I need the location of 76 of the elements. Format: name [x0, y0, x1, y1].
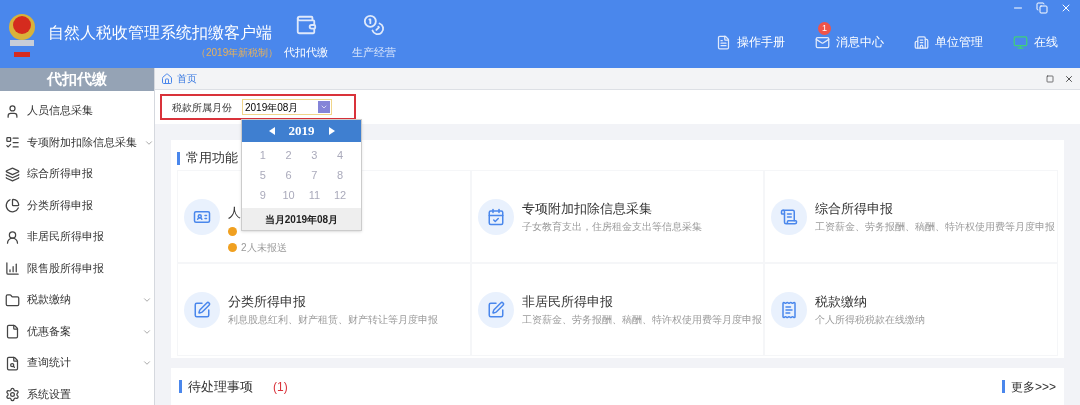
header-action[interactable]: 消息中心: [815, 33, 884, 51]
monitor-icon: [1013, 34, 1028, 50]
coins-icon: [363, 14, 385, 36]
module-tab[interactable]: 代扣代缴: [280, 14, 332, 61]
header-action[interactable]: 操作手册: [716, 33, 785, 51]
card-description: 利息股息红利、财产租赁、财产转让等月度申报: [228, 313, 438, 328]
header-action[interactable]: 单位管理: [914, 33, 983, 51]
caret-icon: [320, 103, 328, 111]
wallet-icon: [295, 14, 317, 36]
breadcrumb-link[interactable]: 首页: [177, 71, 197, 86]
edition-label: （2019年新税制）: [196, 46, 279, 60]
section-title: 待处理事项: [188, 377, 253, 396]
sidebar-item[interactable]: 分类所得申报: [0, 190, 154, 222]
sidebar-item[interactable]: 系统设置: [0, 379, 154, 405]
previous-year-icon[interactable]: [268, 127, 275, 135]
layers-icon: [5, 166, 20, 182]
status-text: 2人未报送: [241, 240, 287, 255]
receipt-icon: [780, 300, 799, 319]
current-month-button[interactable]: 当月2019年08月: [242, 208, 361, 230]
card-title: 综合所得申报: [815, 199, 894, 218]
sidebar-item[interactable]: 税款缴纳: [0, 284, 154, 316]
home-icon: [161, 72, 173, 85]
person-icon: [5, 229, 20, 245]
filter-label: 税款所属月份: [172, 100, 232, 115]
card-title: 非居民所得申报: [521, 292, 613, 311]
sidebar-item[interactable]: 人员信息采集: [0, 95, 154, 127]
sidebar-item[interactable]: 优惠备案: [0, 316, 154, 348]
section-marker: [1001, 380, 1005, 393]
file-icon: [5, 324, 20, 340]
sidebar-item[interactable]: 非居民所得申报: [0, 221, 154, 253]
section-marker: [179, 380, 182, 393]
close-icon[interactable]: [1064, 73, 1074, 84]
more-link[interactable]: 更多>>>: [1010, 377, 1056, 396]
month-field[interactable]: 2019年08月: [242, 99, 332, 115]
card-title: 专项附加扣除信息采集: [521, 199, 652, 218]
sidebar-header: 代扣代缴: [0, 68, 154, 91]
card-title: 分类所得申报: [228, 292, 306, 311]
sidebar-item[interactable]: 专项附加扣除信息采集: [0, 127, 154, 159]
app-title: 自然人税收管理系统扣缴客户端: [48, 23, 272, 43]
function-card[interactable]: 税款缴纳 个人所得税税款在线缴纳: [764, 263, 1058, 356]
card-description: 子女教育支出，住房租金支出等信息采集: [521, 220, 702, 235]
person-icon: [5, 103, 20, 119]
function-card[interactable]: 分类所得申报 利息股息红利、财产租赁、财产转让等月度申报: [177, 263, 471, 356]
function-card[interactable]: 非居民所得申报 工资薪金、劳务报酬、稿酬、特许权使用费等月度申报: [470, 263, 765, 356]
function-card[interactable]: 综合所得申报 工资薪金、劳务报酬、稿酬、特许权使用费等月度申报: [764, 170, 1058, 263]
edit-icon: [486, 300, 505, 319]
maximize-icon[interactable]: [1046, 74, 1054, 83]
document-icon: [780, 207, 799, 226]
calendar-icon: [486, 207, 505, 226]
sidebar-item[interactable]: 限售股所得申报: [0, 253, 154, 285]
pending-count: (1): [273, 378, 288, 396]
close-icon[interactable]: [1060, 2, 1072, 14]
list-icon: [5, 135, 20, 151]
sidebar-item[interactable]: 查询统计: [0, 347, 154, 379]
pie-chart-icon: [5, 198, 20, 214]
next-year-icon[interactable]: [328, 127, 335, 135]
year-label: 2019: [288, 122, 315, 141]
section-marker: [177, 151, 180, 165]
card-description: 个人所得税税款在线缴纳: [815, 313, 926, 328]
document-icon: [716, 34, 731, 50]
bar-chart-icon: [5, 261, 20, 277]
mail-icon: [815, 34, 830, 50]
restore-icon[interactable]: [1036, 2, 1048, 14]
folder-icon: [5, 292, 20, 308]
sidebar-item[interactable]: 综合所得申报: [0, 158, 154, 190]
search-icon: [5, 355, 20, 371]
dropdown-toggle[interactable]: [318, 101, 330, 113]
settings-icon: [5, 387, 20, 403]
building-icon: [914, 34, 929, 50]
header-action[interactable]: 在线: [1013, 33, 1058, 51]
notification-badge: 1: [818, 22, 831, 35]
function-card[interactable]: 专项附加扣除信息采集 子女教育支出，住房租金支出等信息采集: [470, 170, 765, 263]
card-title: 人: [228, 203, 241, 222]
edit-icon: [193, 300, 211, 319]
card-title: 税款缴纳: [815, 292, 868, 311]
section-title: 常用功能: [186, 149, 238, 168]
